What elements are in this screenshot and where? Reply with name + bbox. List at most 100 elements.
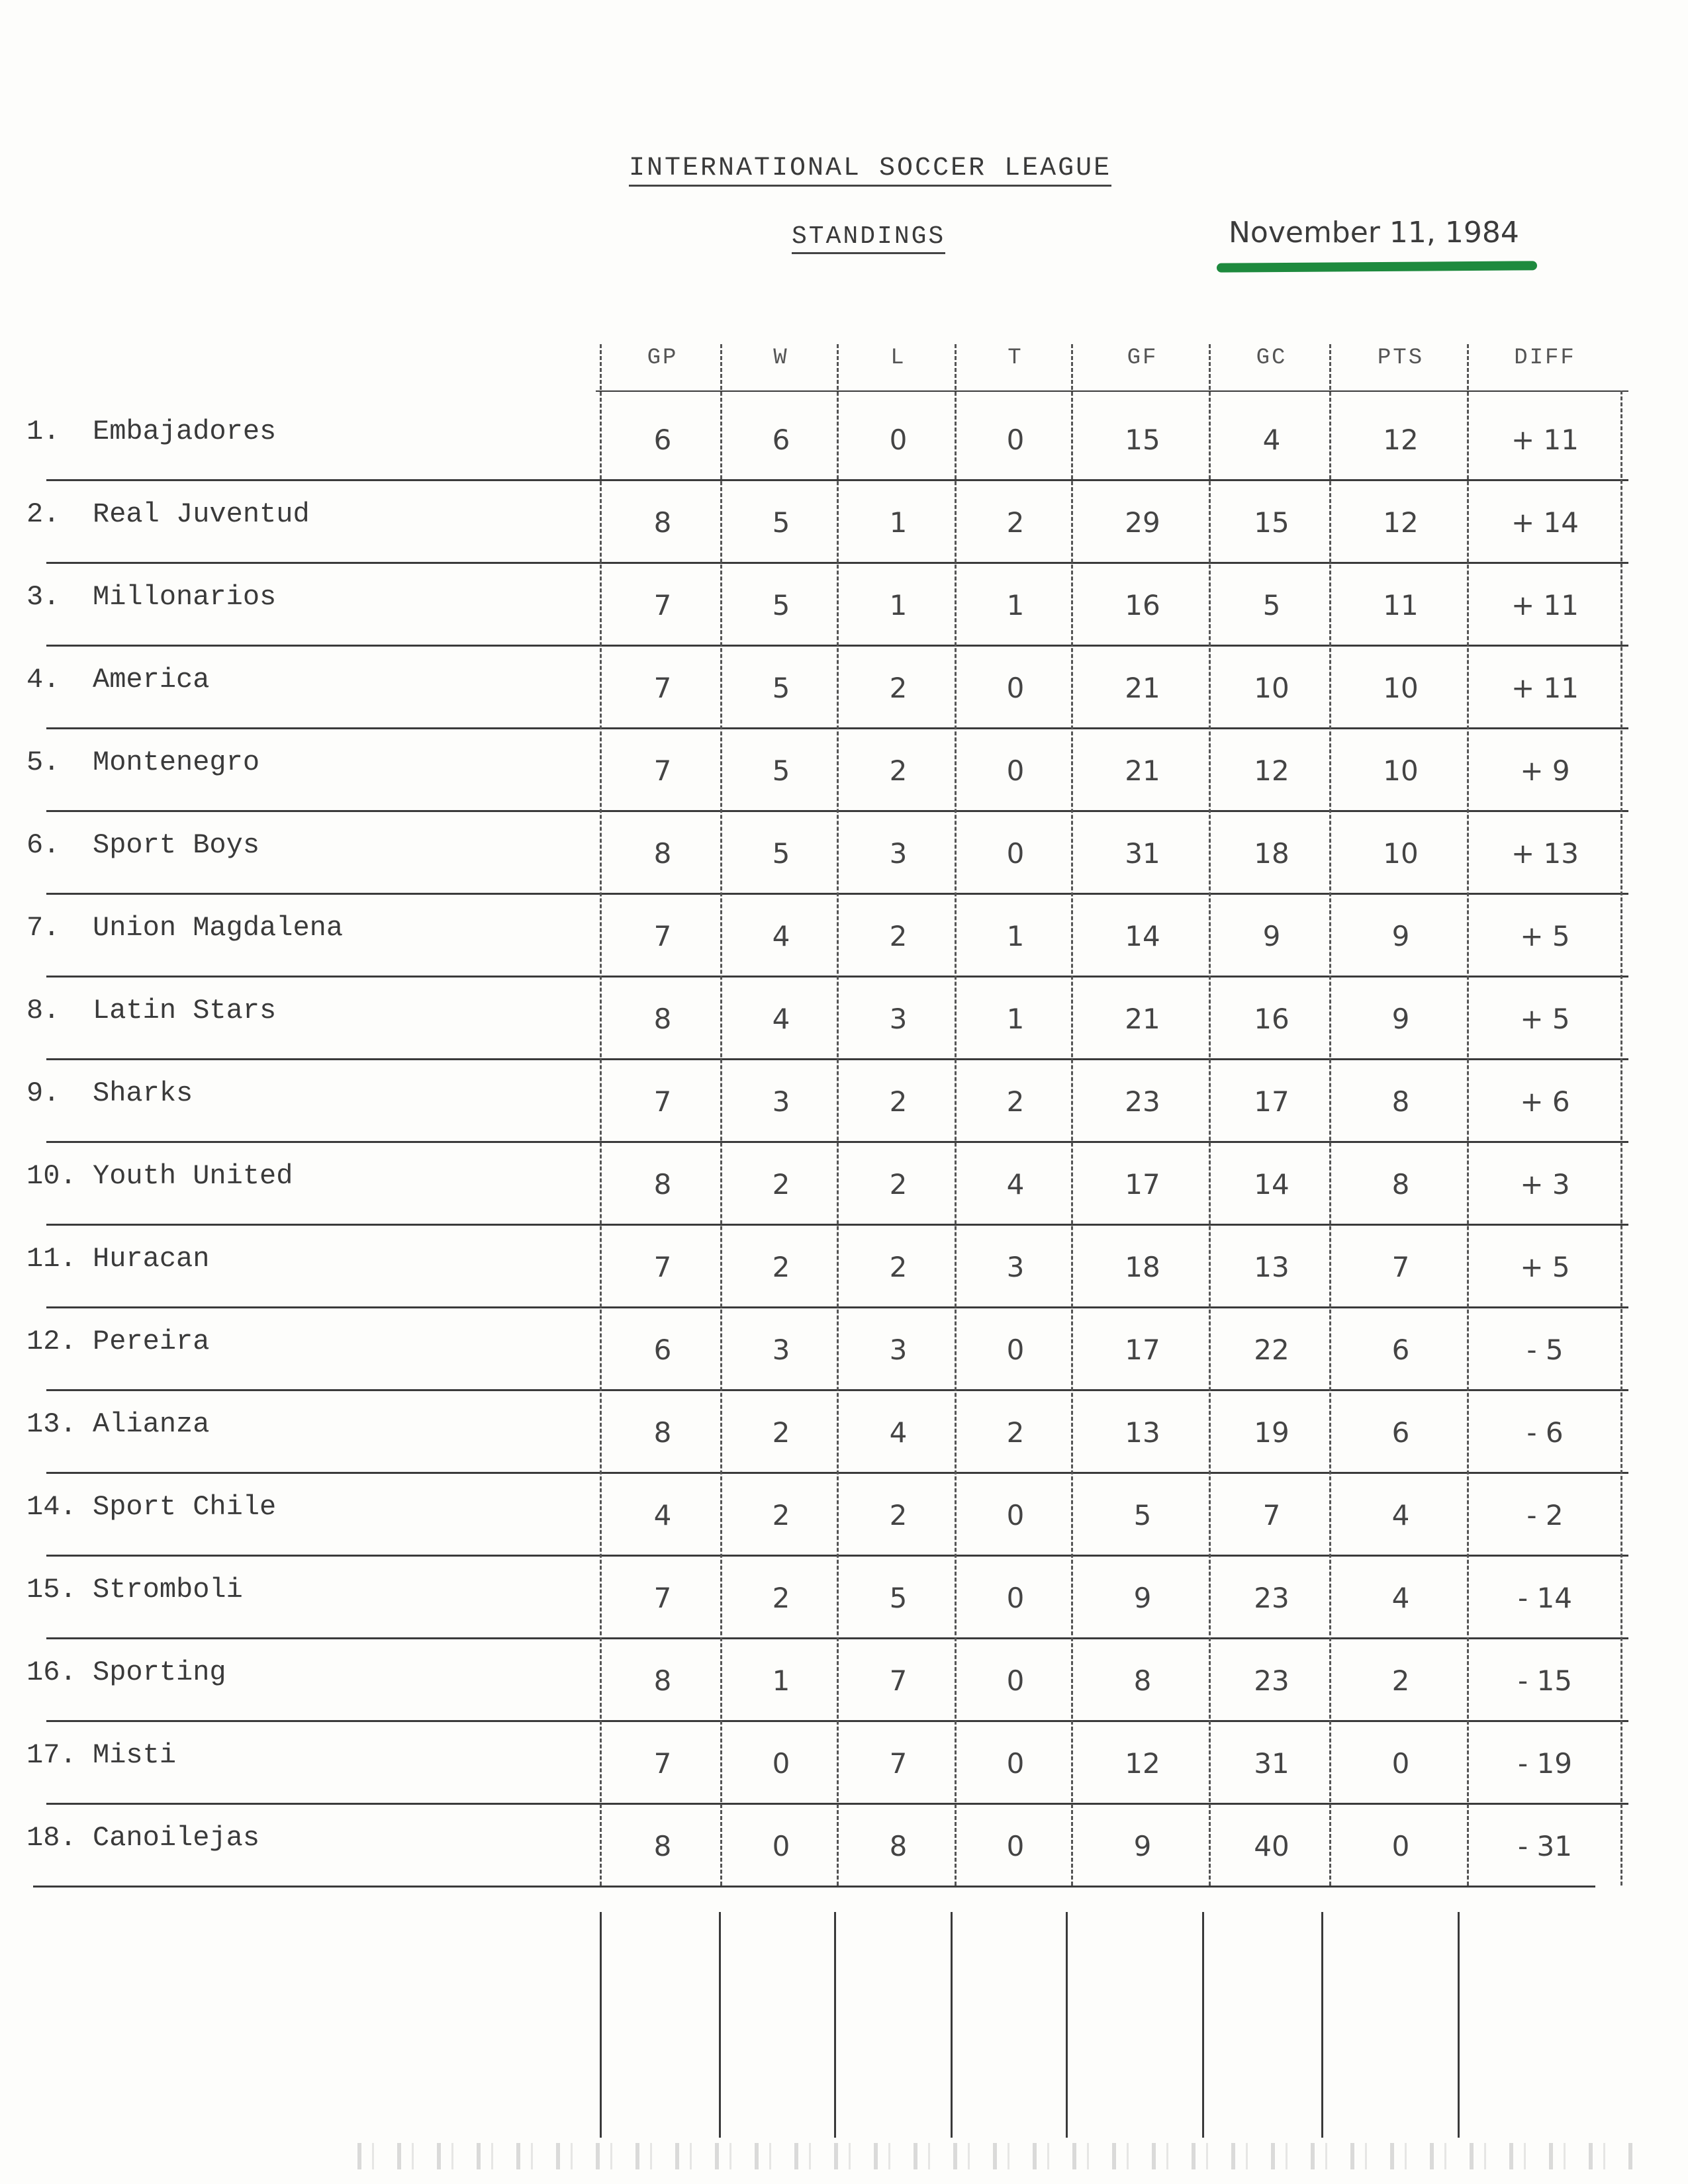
stat-gf: 14: [1125, 920, 1160, 952]
stat-diff: + 9: [1520, 754, 1570, 787]
column-separator-lower: [951, 1912, 953, 2138]
stat-t: 0: [1006, 1582, 1025, 1614]
stat-t: 0: [1006, 1334, 1025, 1366]
stat-pts: 4: [1391, 1499, 1410, 1531]
column-separator-lower: [1202, 1912, 1204, 2138]
stat-gf: 23: [1125, 1085, 1160, 1118]
stat-gf: 21: [1125, 1003, 1160, 1035]
team-row-label: 8. Latin Stars: [26, 995, 276, 1034]
team-rank: 10.: [26, 1160, 77, 1192]
stat-t: 1: [1006, 920, 1025, 952]
stat-w: 2: [772, 1416, 790, 1449]
column-separator-lower: [1066, 1912, 1068, 2138]
stat-pts: 10: [1383, 672, 1419, 704]
stat-w: 4: [772, 1003, 790, 1035]
stat-l: 4: [889, 1416, 908, 1449]
stat-l: 8: [889, 1830, 908, 1862]
team-row-label: 7. Union Magdalena: [26, 912, 343, 952]
column-separator: [600, 344, 602, 1886]
stat-pts: 7: [1391, 1251, 1410, 1283]
team-name: Union Magdalena: [93, 912, 344, 944]
column-separator-lower: [834, 1912, 836, 2138]
team-name: America: [93, 664, 210, 696]
stat-l: 1: [889, 506, 908, 539]
column-separator: [1329, 344, 1331, 1886]
stat-w: 5: [772, 672, 790, 704]
stat-gf: 9: [1133, 1830, 1152, 1862]
team-row-label: 3. Millonarios: [26, 581, 276, 621]
team-name: Sporting: [93, 1657, 226, 1688]
stat-w: 1: [772, 1664, 790, 1697]
stat-pts: 11: [1383, 589, 1419, 621]
stat-gp: 8: [653, 1830, 672, 1862]
stat-diff: - 19: [1518, 1747, 1572, 1780]
column-separator: [1467, 344, 1469, 1886]
stat-pts: 12: [1383, 424, 1419, 456]
stat-gc: 4: [1262, 424, 1281, 456]
stat-gf: 29: [1125, 506, 1160, 539]
team-rank: 1.: [26, 416, 60, 447]
column-separator: [837, 344, 839, 1886]
stat-diff: + 6: [1520, 1085, 1570, 1118]
column-header-l: L: [890, 345, 906, 371]
stat-w: 2: [772, 1582, 790, 1614]
team-row-label: 12. Pereira: [26, 1326, 209, 1365]
team-rank: 4.: [26, 664, 60, 696]
stat-w: 5: [772, 754, 790, 787]
stat-l: 2: [889, 672, 908, 704]
stat-l: 1: [889, 589, 908, 621]
column-header-gc: GC: [1256, 345, 1288, 371]
team-name: Latin Stars: [93, 995, 277, 1026]
column-separator: [1071, 344, 1073, 1886]
stat-l: 3: [889, 837, 908, 870]
stat-pts: 6: [1391, 1334, 1410, 1366]
team-name: Stromboli: [93, 1574, 243, 1606]
stat-diff: + 5: [1520, 920, 1570, 952]
stat-w: 5: [772, 506, 790, 539]
stat-t: 0: [1006, 837, 1025, 870]
stat-l: 2: [889, 1251, 908, 1283]
team-name: Youth United: [93, 1160, 293, 1192]
team-rank: 2.: [26, 498, 60, 530]
stat-l: 2: [889, 1085, 908, 1118]
stat-gc: 10: [1254, 672, 1289, 704]
stat-l: 2: [889, 1168, 908, 1201]
column-header-diff: DIFF: [1514, 345, 1576, 371]
stat-l: 2: [889, 754, 908, 787]
stat-gc: 40: [1254, 1830, 1289, 1862]
team-rank: 6.: [26, 829, 60, 861]
team-row-label: 11. Huracan: [26, 1243, 209, 1283]
stat-t: 0: [1006, 1747, 1025, 1780]
stat-gp: 8: [653, 837, 672, 870]
stat-w: 2: [772, 1168, 790, 1201]
stat-gc: 14: [1254, 1168, 1289, 1201]
team-rank: 12.: [26, 1326, 77, 1357]
stat-gp: 7: [653, 1251, 672, 1283]
team-name: Real Juventud: [93, 498, 310, 530]
team-row-label: 6. Sport Boys: [26, 829, 259, 869]
team-row-label: 10. Youth United: [26, 1160, 293, 1200]
stat-w: 3: [772, 1085, 790, 1118]
stat-gp: 8: [653, 1003, 672, 1035]
stat-diff: + 11: [1511, 672, 1579, 704]
stat-gp: 8: [653, 1416, 672, 1449]
stat-t: 2: [1006, 1085, 1025, 1118]
stat-l: 2: [889, 920, 908, 952]
stat-gf: 13: [1125, 1416, 1160, 1449]
column-separator-lower: [600, 1912, 602, 2138]
stat-pts: 10: [1383, 837, 1419, 870]
stat-t: 0: [1006, 754, 1025, 787]
stat-gc: 23: [1254, 1664, 1289, 1697]
green-highlight-marker: [1216, 261, 1538, 273]
bottom-edge-noise: [357, 2143, 1642, 2169]
stat-l: 2: [889, 1499, 908, 1531]
stat-t: 0: [1006, 424, 1025, 456]
stat-diff: + 11: [1511, 589, 1579, 621]
column-separator: [955, 344, 957, 1886]
date-label: November 11, 1984: [1229, 216, 1519, 250]
stat-w: 3: [772, 1334, 790, 1366]
stat-diff: + 14: [1511, 506, 1579, 539]
column-header-pts: PTS: [1377, 345, 1425, 371]
stat-gp: 7: [653, 589, 672, 621]
stat-diff: - 5: [1526, 1334, 1564, 1366]
